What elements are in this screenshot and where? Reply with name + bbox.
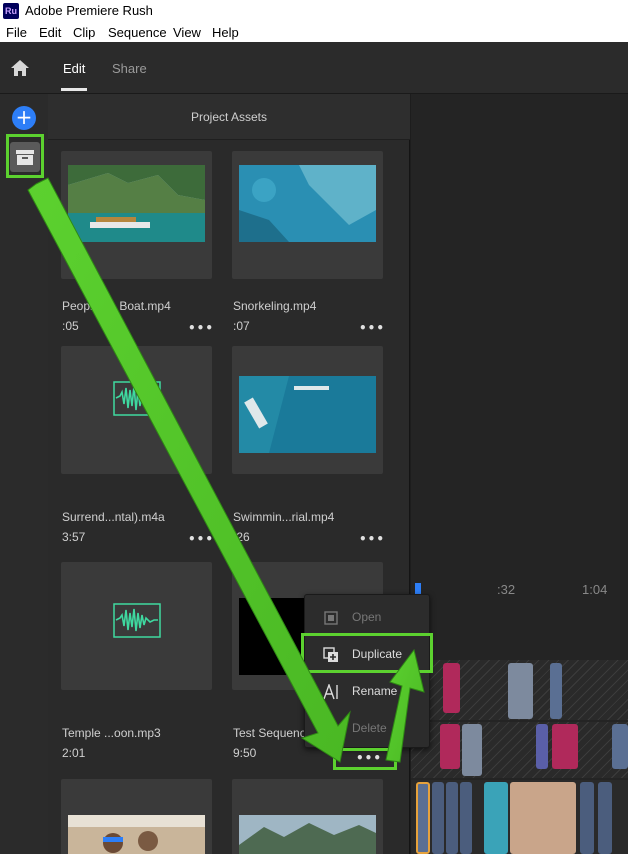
menu-item-rename[interactable]: Rename	[305, 673, 431, 709]
menu-item-label: Open	[352, 610, 382, 624]
timeline-clip[interactable]	[550, 663, 562, 719]
thumbnail-island-photo	[239, 815, 376, 854]
highlight-duplicate	[301, 633, 433, 673]
timeline-clip[interactable]	[612, 724, 628, 769]
asset-duration: 2:01	[62, 746, 86, 760]
thumbnail-swimming	[239, 376, 376, 453]
asset-card-people-on-boat[interactable]: People on Boat.mp4 :05 •••	[61, 151, 213, 334]
menu-view[interactable]: View	[173, 25, 201, 40]
home-icon[interactable]	[10, 58, 30, 78]
timeline-clip[interactable]	[462, 724, 482, 776]
asset-card-people-photo[interactable]	[61, 779, 212, 854]
timeline-clip[interactable]	[510, 782, 576, 854]
timeline-clip[interactable]	[484, 782, 508, 854]
asset-name: Snorkeling.mp4	[233, 299, 317, 313]
asset-more-button[interactable]: •••	[359, 533, 384, 545]
left-rail: +	[0, 94, 48, 854]
top-nav: Edit Share	[0, 42, 628, 94]
menu-item-label: Rename	[352, 684, 398, 698]
asset-more-button[interactable]: •••	[188, 533, 213, 545]
timeline-clip[interactable]	[460, 782, 472, 854]
asset-duration: 3:57	[62, 530, 86, 544]
timeline-clip[interactable]	[598, 782, 612, 854]
timeline-tick: 1:04	[582, 582, 608, 597]
menu-item-label: Delete	[352, 721, 387, 735]
asset-name: Swimmin...rial.mp4	[233, 510, 335, 524]
active-tab-indicator	[61, 88, 87, 91]
timeline-clip[interactable]	[446, 782, 458, 854]
open-icon	[324, 611, 338, 625]
thumbnail-snorkeling	[239, 165, 376, 242]
asset-duration: :07	[233, 319, 250, 333]
asset-name: Surrend...ntal).m4a	[62, 510, 165, 524]
timeline-clip[interactable]	[432, 782, 444, 854]
app-icon: Ru	[3, 3, 19, 19]
title-bar: Ru Adobe Premiere Rush	[0, 0, 628, 22]
asset-more-button[interactable]: •••	[188, 322, 213, 334]
panel-header: Project Assets	[48, 94, 410, 140]
tab-edit[interactable]: Edit	[63, 61, 85, 76]
asset-card-snorkeling[interactable]: Snorkeling.mp4 :07 •••	[232, 151, 384, 334]
asset-card-surrender-audio[interactable]: Surrend...ntal).m4a 3:57 •••	[61, 346, 213, 545]
audio-waveform-icon	[113, 381, 161, 416]
delete-icon	[326, 722, 336, 737]
timeline-clip[interactable]	[580, 782, 594, 854]
panel-title: Project Assets	[190, 110, 268, 124]
rename-icon	[323, 684, 338, 700]
menu-clip[interactable]: Clip	[73, 25, 95, 40]
menu-help[interactable]: Help	[212, 25, 239, 40]
timeline-clip[interactable]	[536, 724, 548, 769]
menu-edit[interactable]: Edit	[39, 25, 61, 40]
menu-item-open[interactable]: Open	[305, 599, 431, 635]
menu-bar: File Edit Clip Sequence View Help	[0, 22, 628, 42]
tab-share[interactable]: Share	[112, 61, 147, 76]
asset-duration: 9:50	[233, 746, 257, 760]
highlight-assets-button	[6, 134, 44, 178]
thumbnail-people-on-boat	[68, 165, 205, 242]
asset-card-swimming[interactable]: Swimmin...rial.mp4 :26 •••	[232, 346, 384, 545]
asset-name: Test Sequence	[233, 726, 313, 740]
window-title: Adobe Premiere Rush	[25, 3, 153, 18]
timeline-clip[interactable]	[443, 663, 460, 713]
menu-sequence[interactable]: Sequence	[108, 25, 167, 40]
asset-card-temple-audio[interactable]: Temple ...oon.mp3 2:01	[61, 562, 212, 760]
timeline-tick: :32	[497, 582, 516, 597]
asset-duration: :05	[62, 319, 79, 333]
asset-name: People on Boat.mp4	[62, 299, 171, 313]
menu-item-delete[interactable]: Delete	[305, 710, 431, 746]
timeline-clip[interactable]	[552, 724, 578, 769]
asset-more-button[interactable]: •••	[359, 322, 384, 334]
audio-waveform-icon	[113, 603, 161, 638]
asset-card-island-photo[interactable]	[232, 779, 383, 854]
timeline-clip-selected[interactable]	[416, 782, 430, 854]
thumbnail-people-photo	[68, 815, 205, 854]
highlight-more-button	[333, 748, 397, 770]
timeline-clip[interactable]	[508, 663, 533, 719]
menu-file[interactable]: File	[6, 25, 27, 40]
asset-name: Temple ...oon.mp3	[62, 726, 161, 740]
add-media-button[interactable]: +	[12, 106, 36, 130]
timeline-clip[interactable]	[440, 724, 460, 769]
asset-duration: :26	[233, 530, 250, 544]
